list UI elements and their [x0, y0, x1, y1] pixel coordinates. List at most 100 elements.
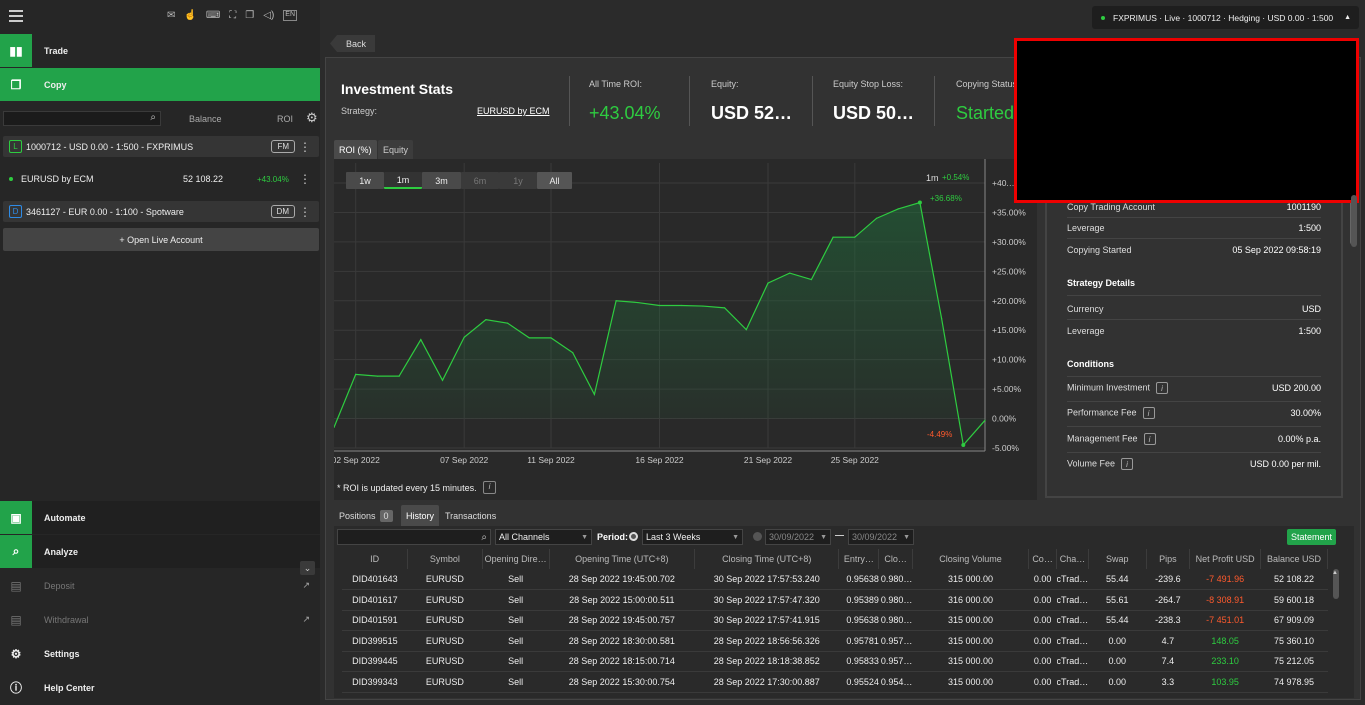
column-header[interactable]: Net Profit USD [1189, 549, 1262, 569]
account-row-live[interactable]: L 1000712 - USD 0.00 - 1:500 - FXPRIMUS … [3, 136, 319, 157]
table-cell: 30 Sep 2022 17:57:53.240 [694, 569, 839, 590]
info-icon[interactable]: i [1121, 458, 1134, 470]
nav-settings[interactable]: ⚙ Settings [0, 637, 320, 670]
table-row[interactable]: DID399445 EURUSD Sell 28 Sep 2022 18:15:00.… [342, 651, 1328, 672]
nav-automate[interactable]: ▣ Automate [0, 501, 320, 534]
account-tag[interactable]: DM [270, 205, 295, 218]
table-row[interactable]: DID401591 EURUSD Sell 28 Sep 2022 19:45:00.… [342, 610, 1328, 631]
info-icon[interactable]: i [483, 481, 496, 494]
info-icon[interactable]: i [1156, 382, 1169, 394]
account-summary-bar[interactable]: FXPRIMUS · Live · 1000712 · Hedging · US… [1092, 6, 1359, 29]
status-label: Copying Status: [956, 79, 1020, 89]
open-live-account-button[interactable]: + Open Live Account [3, 228, 319, 251]
detail-label: Leverage [1067, 326, 1105, 336]
roi-point [593, 393, 595, 396]
account-row-demo[interactable]: D 3461127 - EUR 0.00 - 1:100 - Spotware … [3, 201, 319, 222]
tab-roi[interactable]: ROI (%) [334, 140, 377, 159]
range-1y[interactable]: 1y [499, 172, 537, 189]
column-header[interactable]: ID [342, 549, 409, 569]
column-header[interactable]: Co… [1028, 549, 1058, 569]
column-header[interactable]: Closing Volume [912, 549, 1030, 569]
language-icon[interactable]: EN [283, 10, 298, 21]
table-cell: 315 000.00 [912, 651, 1029, 672]
column-header[interactable]: Entry… [838, 549, 880, 569]
fullscreen-icon[interactable]: ⛶ [229, 10, 236, 21]
sound-icon[interactable]: ◁) [263, 10, 274, 21]
kebab-icon[interactable]: ⋮ [299, 141, 311, 153]
column-header[interactable]: Pips [1146, 549, 1191, 569]
layers-icon[interactable]: ❐ [245, 10, 254, 21]
tab-transactions[interactable]: Transactions [440, 505, 501, 526]
period-radio[interactable] [629, 532, 638, 541]
column-header[interactable]: Balance USD [1260, 549, 1328, 569]
page-scrollbar[interactable] [1351, 195, 1357, 247]
nav-help[interactable]: ⓘ Help Center [0, 671, 320, 704]
column-header[interactable]: Opening Time (UTC+8) [549, 549, 696, 569]
stats-title: Investment Stats [341, 81, 454, 97]
menu-icon[interactable] [9, 10, 23, 22]
mail-icon[interactable]: ✉ [167, 10, 175, 21]
date-from-input[interactable]: 30/09/2022 ▼ [765, 529, 831, 545]
keyboard-icon[interactable]: ⌨ [206, 10, 220, 21]
range-all[interactable]: All [537, 172, 572, 189]
strategy-link[interactable]: EURUSD by ECM [477, 106, 550, 116]
history-search-input[interactable]: ⌕ [337, 529, 491, 545]
tab-positions[interactable]: Positions 0 [334, 505, 398, 526]
strategy-row[interactable]: EURUSD by ECM 52 108.22 +43.04% ⋮ [3, 168, 319, 190]
custom-range-radio[interactable] [753, 532, 762, 541]
table-row[interactable]: DID401617 EURUSD Sell 28 Sep 2022 15:00:00.… [342, 589, 1328, 611]
table-row[interactable]: DID401643 EURUSD Sell 28 Sep 2022 19:45:00.… [342, 569, 1328, 590]
back-button[interactable]: Back [330, 35, 376, 52]
roi-point [984, 419, 986, 421]
tab-equity[interactable]: Equity [378, 140, 414, 159]
detail-label: Leverage [1067, 223, 1105, 233]
channels-select[interactable]: All Channels ▼ [495, 529, 592, 545]
info-icon[interactable]: i [1143, 433, 1156, 445]
column-header[interactable]: Clo… [878, 549, 913, 569]
roi-point [767, 282, 769, 284]
y-tick-label: +25.00% [992, 266, 1026, 276]
account-tag[interactable]: FM [271, 140, 295, 153]
range-1m[interactable]: 1m [384, 172, 422, 189]
nav-copy-label: Copy [44, 79, 67, 90]
column-header[interactable]: Symbol [407, 549, 483, 569]
period-select[interactable]: Last 3 Weeks ▼ [642, 529, 743, 545]
table-row[interactable]: DID399515 EURUSD Sell 28 Sep 2022 18:30:00.… [342, 630, 1328, 652]
balance-header[interactable]: Balance [189, 114, 222, 124]
chevron-down-icon: ▼ [581, 533, 588, 541]
nav-withdrawal[interactable]: ▤ Withdrawal ↗ [0, 603, 320, 636]
date-to-input[interactable]: 30/09/2022 ▼ [848, 529, 914, 545]
statement-button[interactable]: Statement [1287, 529, 1336, 545]
range-6m[interactable]: 6m [461, 172, 499, 189]
range-3m[interactable]: 3m [422, 172, 461, 189]
table-cell: 315 000.00 [912, 671, 1029, 693]
column-header[interactable]: Closing Time (UTC+8) [694, 549, 840, 569]
scroll-up-icon[interactable]: ▲ [1332, 570, 1338, 576]
table-cell: 0.980… [878, 610, 913, 631]
info-icon[interactable]: i [1142, 407, 1155, 419]
kebab-icon[interactable]: ⋮ [299, 173, 311, 185]
table-cell: 0.95781 [838, 630, 879, 652]
divider [1067, 376, 1321, 377]
deposit-icon: ▤ [10, 578, 22, 593]
kebab-icon[interactable]: ⋮ [299, 206, 311, 218]
column-header[interactable]: Opening Dire… [482, 549, 550, 569]
tab-transactions-label: Transactions [445, 510, 497, 521]
nav-copy[interactable]: ❐ Copy [0, 68, 320, 101]
chevron-down-icon: ▼ [732, 533, 739, 541]
roi-header[interactable]: ROI [277, 114, 293, 124]
table-cell: 28 Sep 2022 19:45:00.757 [549, 610, 695, 631]
column-header[interactable]: Cha… [1056, 549, 1090, 569]
tab-history[interactable]: History [401, 505, 440, 526]
nav-trade[interactable]: ▮▮ Trade [0, 34, 320, 67]
investment-panel: Investment Stats Strategy: EURUSD by ECM… [325, 38, 1361, 700]
table-row[interactable]: DID399343 EURUSD Sell 28 Sep 2022 15:30:00.… [342, 671, 1328, 693]
search-input[interactable]: ⌕ [3, 111, 161, 126]
nav-deposit[interactable]: ▤ Deposit ↗ [0, 569, 320, 602]
range-1w[interactable]: 1w [346, 172, 384, 189]
column-header[interactable]: Swap [1088, 549, 1147, 569]
nav-analyze[interactable]: ⌕ Analyze [0, 535, 320, 568]
gear-icon[interactable]: ⚙ [306, 110, 318, 126]
detail-currency: Currency USD [1067, 304, 1321, 314]
hand-icon[interactable]: ☝ [184, 10, 196, 21]
